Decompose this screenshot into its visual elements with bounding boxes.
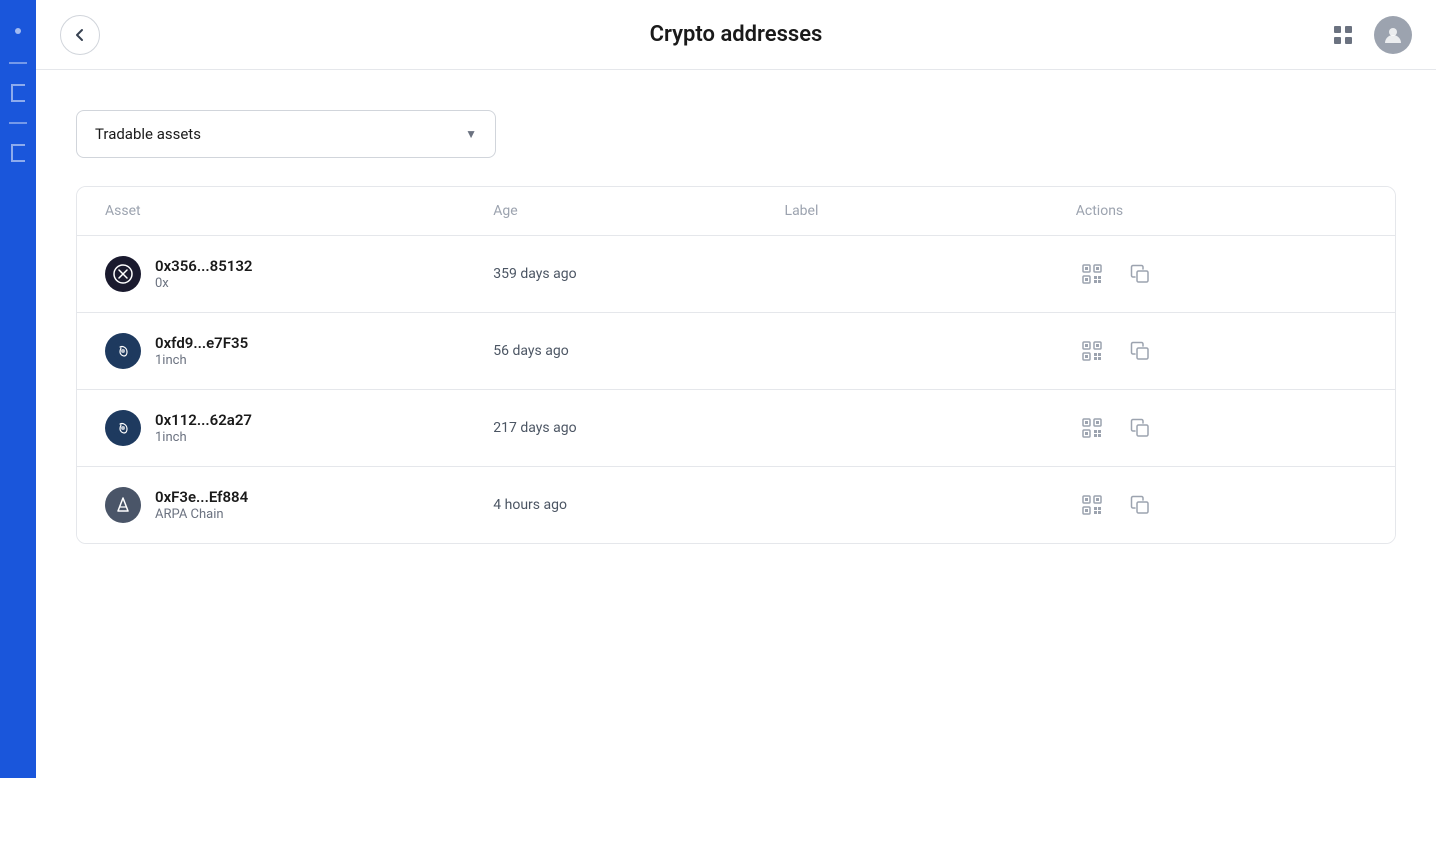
sidebar-item-2 (11, 84, 25, 102)
qr-code-button-1[interactable] (1076, 335, 1108, 367)
back-arrow-icon (71, 26, 89, 44)
asset-address-3: 0xF3e...Ef884 (155, 488, 248, 508)
asset-icon-1 (105, 333, 141, 369)
copy-icon (1129, 417, 1151, 439)
dropdown-label: Tradable assets (95, 125, 201, 143)
sidebar-item-1 (9, 62, 27, 64)
copy-icon (1129, 340, 1151, 362)
col-label: Label (785, 203, 1076, 219)
copy-button-3[interactable] (1124, 489, 1156, 521)
age-cell-0: 359 days ago (493, 266, 784, 282)
table-row: 0x112...62a27 1inch 217 days ago (77, 390, 1395, 467)
qr-code-button-2[interactable] (1076, 412, 1108, 444)
asset-sublabel-3: ARPA Chain (155, 507, 248, 522)
asset-filter-dropdown[interactable]: Tradable assets ▼ (76, 110, 496, 158)
copy-icon (1129, 263, 1151, 285)
age-cell-1: 56 days ago (493, 343, 784, 359)
addresses-table: Asset Age Label Actions 0x356...85132 0x (76, 186, 1396, 544)
qr-code-icon (1080, 262, 1104, 286)
asset-info-1: 0xfd9...e7F35 1inch (155, 334, 248, 369)
user-avatar[interactable] (1374, 16, 1412, 54)
table-row: 0xF3e...Ef884 ARPA Chain 4 hours ago (77, 467, 1395, 543)
sidebar-item-3 (9, 122, 27, 124)
back-button[interactable] (60, 15, 100, 55)
asset-sublabel-0: 0x (155, 276, 253, 291)
copy-button-2[interactable] (1124, 412, 1156, 444)
asset-icon-0 (105, 256, 141, 292)
asset-cell-2: 0x112...62a27 1inch (105, 410, 493, 446)
circle-x-icon (113, 264, 133, 284)
actions-cell-1 (1076, 335, 1367, 367)
asset-icon-2 (105, 410, 141, 446)
asset-address-0: 0x356...85132 (155, 257, 253, 277)
table-row: 0xfd9...e7F35 1inch 56 days ago (77, 313, 1395, 390)
qr-code-icon (1080, 339, 1104, 363)
sidebar (0, 0, 36, 778)
asset-cell-1: 0xfd9...e7F35 1inch (105, 333, 493, 369)
header: Crypto addresses (36, 0, 1436, 70)
1inch-icon (112, 340, 134, 362)
sidebar-indicator (15, 28, 21, 34)
qr-code-button-3[interactable] (1076, 489, 1108, 521)
asset-address-1: 0xfd9...e7F35 (155, 334, 248, 354)
asset-cell-0: 0x356...85132 0x (105, 256, 493, 292)
col-actions: Actions (1076, 203, 1367, 219)
dropdown-arrow-icon: ▼ (465, 127, 477, 141)
age-cell-2: 217 days ago (493, 420, 784, 436)
1inch-icon-2 (112, 417, 134, 439)
table-row: 0x356...85132 0x 359 days ago (77, 236, 1395, 313)
col-asset: Asset (105, 203, 493, 219)
qr-code-icon (1080, 493, 1104, 517)
grid-icon-button[interactable] (1324, 16, 1362, 54)
sidebar-item-4 (11, 144, 25, 162)
asset-cell-3: 0xF3e...Ef884 ARPA Chain (105, 487, 493, 523)
col-age: Age (493, 203, 784, 219)
actions-cell-3 (1076, 489, 1367, 521)
grid-icon (1332, 24, 1354, 46)
actions-cell-0 (1076, 258, 1367, 290)
qr-code-icon (1080, 416, 1104, 440)
age-cell-3: 4 hours ago (493, 497, 784, 513)
table-header: Asset Age Label Actions (77, 187, 1395, 236)
header-left (60, 15, 100, 55)
filter-wrapper: Tradable assets ▼ (76, 110, 1396, 158)
asset-info-2: 0x112...62a27 1inch (155, 411, 252, 446)
header-right (1324, 16, 1412, 54)
page-title: Crypto addresses (650, 22, 823, 47)
asset-sublabel-1: 1inch (155, 353, 248, 368)
arpa-icon (112, 494, 134, 516)
actions-cell-2 (1076, 412, 1367, 444)
copy-button-0[interactable] (1124, 258, 1156, 290)
main-content: Tradable assets ▼ Asset Age Label Action… (36, 70, 1436, 584)
copy-icon (1129, 494, 1151, 516)
avatar-icon (1383, 25, 1403, 45)
copy-button-1[interactable] (1124, 335, 1156, 367)
asset-icon-3 (105, 487, 141, 523)
qr-code-button-0[interactable] (1076, 258, 1108, 290)
asset-info-3: 0xF3e...Ef884 ARPA Chain (155, 488, 248, 523)
asset-address-2: 0x112...62a27 (155, 411, 252, 431)
asset-sublabel-2: 1inch (155, 430, 252, 445)
asset-info-0: 0x356...85132 0x (155, 257, 253, 292)
